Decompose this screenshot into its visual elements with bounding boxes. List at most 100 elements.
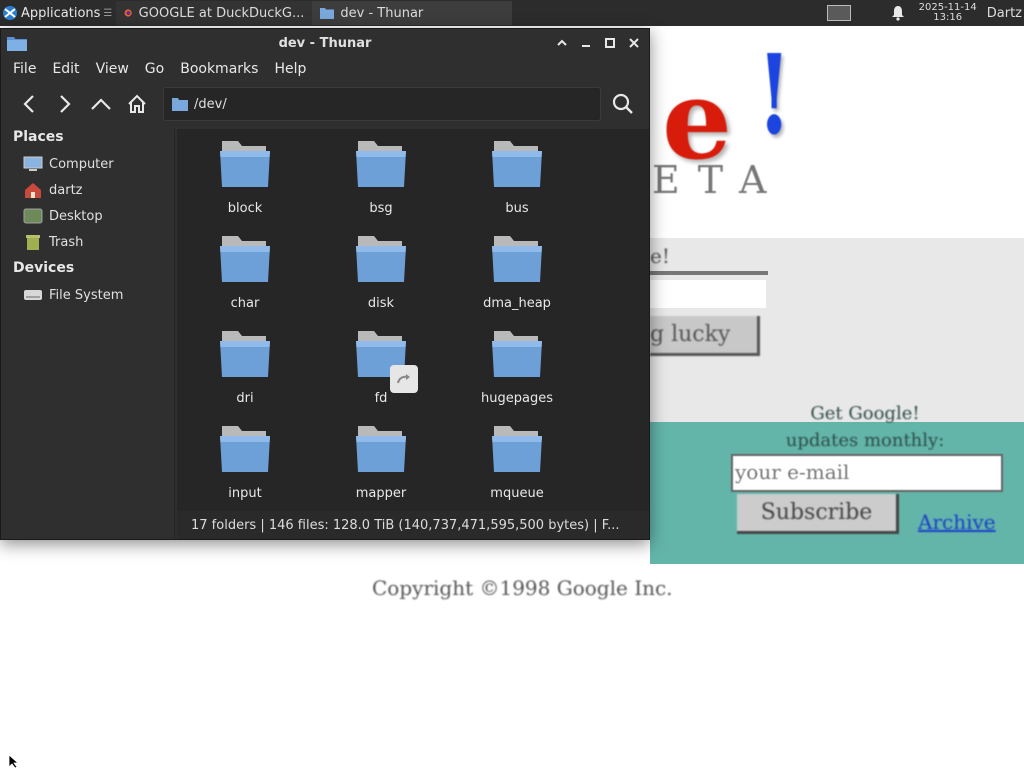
folder-icon bbox=[488, 327, 546, 383]
folder-label: mapper bbox=[355, 486, 407, 501]
folder-icon bbox=[488, 137, 546, 193]
parent-folder-button[interactable] bbox=[83, 86, 119, 122]
minimize-button[interactable] bbox=[575, 33, 597, 53]
folder-item-bus[interactable]: bus bbox=[457, 131, 577, 223]
close-icon bbox=[629, 38, 639, 48]
folder-label: char bbox=[230, 296, 260, 311]
menu-edit[interactable]: Edit bbox=[44, 61, 87, 77]
arrow-right-icon bbox=[60, 95, 71, 113]
menu-file[interactable]: File bbox=[5, 61, 44, 77]
folder-item-disk[interactable]: disk bbox=[321, 226, 441, 318]
search-label: e! bbox=[650, 244, 670, 268]
forward-button[interactable] bbox=[47, 86, 83, 122]
folder-label: input bbox=[228, 486, 262, 501]
search-input[interactable] bbox=[650, 280, 766, 308]
chevron-up-icon bbox=[557, 39, 567, 46]
sidebar-item-dartz[interactable]: dartz bbox=[23, 179, 82, 201]
arrow-left-icon bbox=[23, 95, 34, 113]
trash-icon bbox=[23, 233, 43, 251]
folder-icon bbox=[352, 232, 410, 288]
folder-label: bus bbox=[505, 201, 529, 216]
file-view[interactable]: block bsg bus char disk dma_heapdri fd hugepage… bbox=[177, 129, 649, 511]
clock-time: 13:16 bbox=[933, 12, 963, 23]
sidebar-item-file-system[interactable]: File System bbox=[23, 284, 123, 306]
sidebar-item-trash[interactable]: Trash bbox=[23, 231, 83, 253]
search-button[interactable] bbox=[605, 89, 641, 119]
folder-item-block[interactable]: block bbox=[185, 131, 305, 223]
thunar-window: dev - Thunar File Edit View Go Bookmarks… bbox=[0, 28, 650, 540]
folder-item-input[interactable]: input bbox=[185, 416, 305, 508]
close-button[interactable] bbox=[623, 33, 645, 53]
home-icon bbox=[128, 94, 146, 113]
email-field[interactable]: your e-mail bbox=[731, 454, 1003, 492]
menu-view[interactable]: View bbox=[88, 61, 137, 77]
folder-item-char[interactable]: char bbox=[185, 226, 305, 318]
applications-menu-button[interactable]: Applications ☰ bbox=[0, 0, 116, 26]
folder-icon bbox=[216, 327, 274, 383]
folder-item-dma_heap[interactable]: dma_heap bbox=[457, 226, 577, 318]
taskbar-item-label: dev - Thunar bbox=[340, 5, 424, 21]
copyright-text: Copyright ©1998 Google Inc. bbox=[372, 576, 673, 600]
folder-icon bbox=[352, 137, 410, 193]
updates-text: Get Google! updates monthly: bbox=[770, 400, 960, 454]
folder-icon bbox=[352, 327, 418, 393]
back-button[interactable] bbox=[11, 86, 47, 122]
sidebar-heading-devices: Devices bbox=[13, 260, 75, 276]
updates-line-1: Get Google! bbox=[810, 403, 920, 424]
folder-icon bbox=[320, 8, 335, 19]
desktop-icon bbox=[23, 207, 43, 225]
location-path: /dev/ bbox=[194, 96, 227, 112]
logo-beta-text: ETA bbox=[652, 158, 785, 202]
drive-icon bbox=[23, 286, 43, 304]
logo-exclamation: ! bbox=[757, 30, 792, 159]
lucky-button[interactable]: g lucky bbox=[650, 316, 760, 356]
folder-label: dri bbox=[236, 391, 254, 406]
sidebar-item-label: Computer bbox=[49, 156, 114, 172]
sidebar-item-desktop[interactable]: Desktop bbox=[23, 205, 103, 227]
folder-icon bbox=[352, 422, 410, 478]
sidebar-heading-places: Places bbox=[13, 129, 64, 145]
folder-label: mqueue bbox=[490, 486, 544, 501]
folder-item-mqueue[interactable]: mqueue bbox=[457, 416, 577, 508]
xfce-logo-icon bbox=[3, 6, 17, 20]
menu-go[interactable]: Go bbox=[137, 61, 172, 77]
firefox-icon bbox=[124, 9, 133, 17]
maximize-button[interactable] bbox=[599, 33, 621, 53]
folder-item-mapper[interactable]: mapper bbox=[321, 416, 441, 508]
sidebar-item-label: File System bbox=[49, 287, 124, 303]
taskbar-item-browser[interactable]: GOOGLE at DuckDuckG... bbox=[116, 1, 313, 25]
taskbar-item-thunar[interactable]: dev - Thunar bbox=[312, 1, 513, 25]
home-folder-icon bbox=[23, 181, 43, 199]
maximize-icon bbox=[605, 38, 615, 48]
archive-link[interactable]: Archive bbox=[918, 510, 996, 534]
updates-line-2: updates monthly: bbox=[785, 430, 945, 451]
folder-icon bbox=[488, 232, 546, 288]
panel-clock[interactable]: 2025-11-14 13:16 bbox=[919, 3, 977, 23]
sidebar: Places Computer dartz Desktop Trash Devi… bbox=[1, 129, 175, 539]
computer-icon bbox=[23, 155, 43, 173]
folder-icon bbox=[7, 37, 27, 51]
folder-item-dri[interactable]: dri bbox=[185, 321, 305, 413]
sidebar-item-computer[interactable]: Computer bbox=[23, 153, 114, 175]
sidebar-item-label: dartz bbox=[49, 182, 83, 198]
menu-help[interactable]: Help bbox=[266, 61, 314, 77]
location-bar[interactable]: /dev/ bbox=[163, 87, 601, 121]
folder-item-hugepages[interactable]: hugepages bbox=[457, 321, 577, 413]
subscribe-button[interactable]: Subscribe bbox=[737, 494, 899, 534]
notification-bell-icon[interactable] bbox=[891, 5, 905, 21]
window-controls bbox=[551, 33, 645, 53]
mouse-pointer-icon bbox=[8, 754, 20, 768]
workspace-switcher[interactable] bbox=[826, 5, 851, 21]
sidebar-item-label: Desktop bbox=[49, 208, 103, 224]
taskbar-item-label: GOOGLE at DuckDuckG... bbox=[138, 5, 305, 21]
menu-bookmarks[interactable]: Bookmarks bbox=[172, 61, 266, 77]
folder-item-fd[interactable]: fd bbox=[321, 321, 441, 413]
folder-label: bsg bbox=[369, 201, 393, 216]
home-button[interactable] bbox=[119, 86, 155, 122]
window-titlebar[interactable]: dev - Thunar bbox=[1, 29, 649, 57]
shade-button[interactable] bbox=[551, 33, 573, 53]
sidebar-item-label: Trash bbox=[49, 234, 84, 250]
folder-label: hugepages bbox=[481, 391, 553, 406]
folder-item-bsg[interactable]: bsg bbox=[321, 131, 441, 223]
user-menu[interactable]: Dartz bbox=[987, 6, 1022, 21]
